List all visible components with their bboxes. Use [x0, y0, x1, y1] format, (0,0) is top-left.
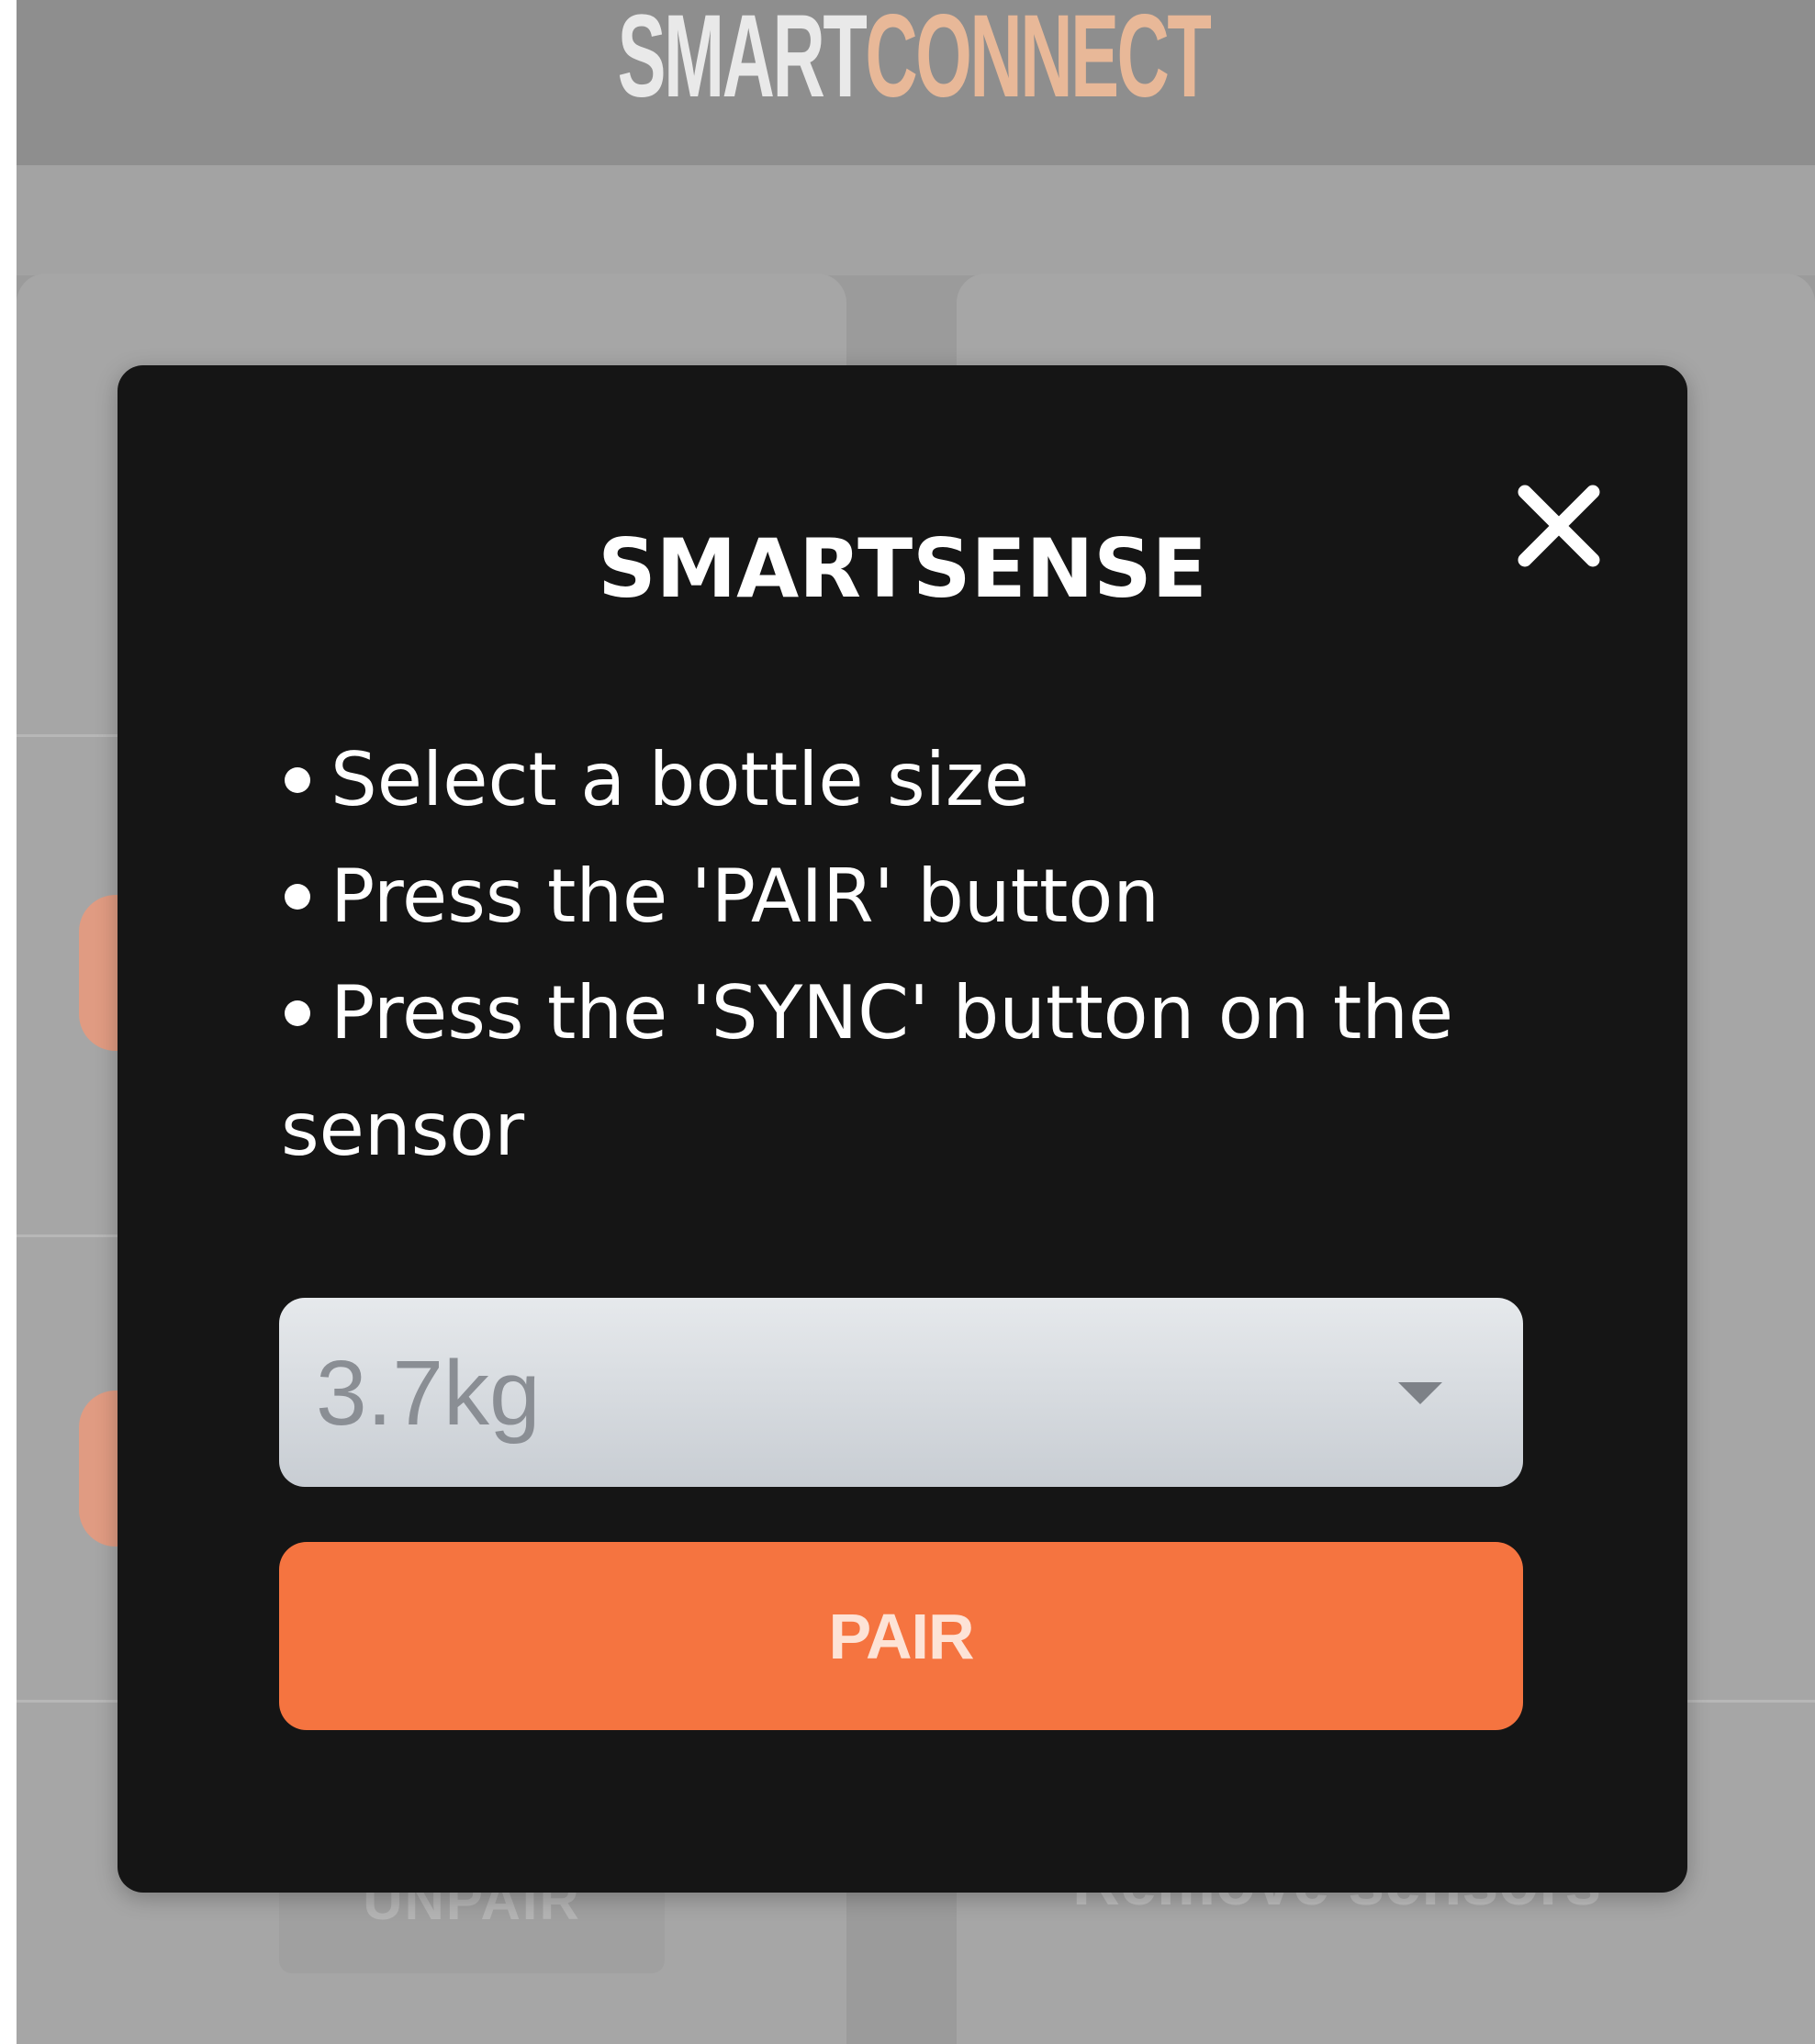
instruction-step: Press the 'PAIR' button: [281, 838, 1566, 955]
bullet-icon: [285, 1000, 310, 1027]
instruction-step: Press the 'SYNC' button on the sensor: [281, 955, 1566, 1188]
logo-part-smart: SMART: [617, 0, 867, 122]
bottle-size-select[interactable]: 3.7kg: [279, 1298, 1523, 1487]
smartconnect-logo: SMARTCONNECT: [617, 0, 1212, 122]
instruction-text: Press the 'PAIR' button: [331, 854, 1160, 939]
pair-button[interactable]: PAIR: [279, 1542, 1523, 1730]
bottle-size-value: 3.7kg: [316, 1342, 541, 1445]
instruction-step: Select a bottle size: [281, 721, 1566, 838]
instruction-text: Press the 'SYNC' button on the sensor: [281, 970, 1454, 1172]
sub-header-bar: [17, 165, 1815, 275]
smartsense-modal: SMARTSENSE Select a bottle size Press th…: [118, 365, 1687, 1893]
logo-part-connect: CONNECT: [864, 0, 1212, 122]
instruction-text: Select a bottle size: [331, 737, 1030, 822]
chevron-down-icon: [1398, 1382, 1442, 1404]
instruction-list: Select a bottle size Press the 'PAIR' bu…: [281, 721, 1566, 1188]
bullet-icon: [285, 767, 310, 794]
modal-title: SMARTSENSE: [598, 521, 1207, 616]
app-header: SMARTCONNECT: [17, 0, 1815, 165]
bullet-icon: [285, 884, 310, 910]
